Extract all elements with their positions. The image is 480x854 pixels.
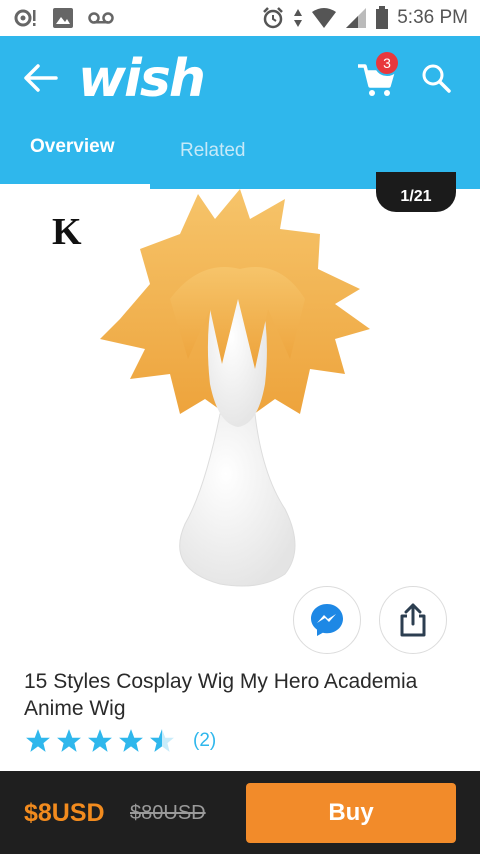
data-arrows-icon (294, 9, 303, 27)
star-full-icon (57, 729, 81, 752)
messenger-share-button[interactable] (293, 586, 361, 654)
messenger-icon (311, 604, 343, 636)
brand-mark: K (52, 211, 82, 253)
image-counter: 1/21 (376, 172, 456, 212)
product-rating[interactable]: (2) (24, 728, 216, 754)
product-title: 15 Styles Cosplay Wig My Hero Academia A… (24, 670, 418, 720)
status-right-icons: 5:36 PM (261, 6, 468, 30)
purchase-bar: $8USD $80USD Buy (0, 771, 480, 854)
share-button[interactable] (379, 586, 447, 654)
star-full-icon (119, 729, 143, 752)
wish-logo: wish (78, 50, 206, 106)
battery-icon (376, 6, 389, 29)
voicemail-icon (88, 12, 114, 24)
status-left-icons (14, 7, 114, 29)
buy-button[interactable]: Buy (246, 783, 456, 843)
wish-logo-text: wish (78, 50, 204, 106)
star-full-icon (26, 729, 50, 752)
app-header: wish 3 Overview Related (0, 36, 480, 189)
wifi-icon (312, 8, 337, 28)
star-half-icon (150, 729, 174, 752)
back-arrow-icon[interactable] (22, 62, 58, 94)
original-price: $80USD (130, 802, 206, 824)
current-price: $8USD (24, 799, 105, 827)
notification-icon (14, 9, 36, 27)
share-icon (400, 603, 426, 637)
status-bar: 5:36 PM (0, 0, 480, 36)
tab-overview[interactable]: Overview (30, 136, 115, 158)
image-icon (53, 8, 73, 28)
clock-text: 5:36 PM (397, 7, 468, 28)
review-count[interactable]: (2) (193, 730, 216, 752)
alarm-icon (263, 7, 284, 29)
tab-related[interactable]: Related (180, 140, 246, 162)
search-icon[interactable] (420, 62, 452, 94)
star-full-icon (88, 729, 112, 752)
cart-count-badge: 3 (374, 50, 400, 76)
signal-icon (346, 8, 367, 28)
